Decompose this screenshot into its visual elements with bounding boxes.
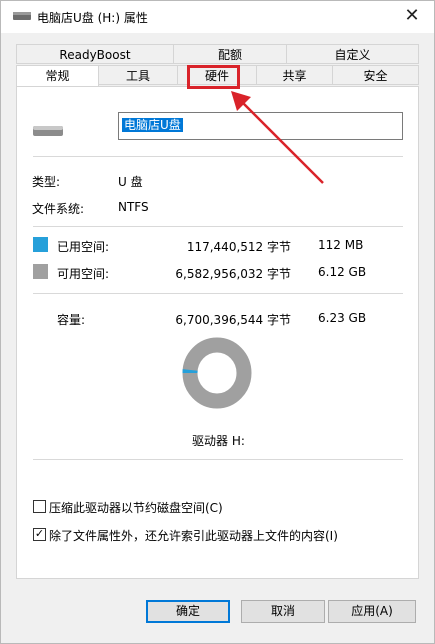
- type-label: 类型:: [32, 175, 61, 189]
- index-label: 除了文件属性外，还允许索引此驱动器上文件的内容(I): [49, 529, 338, 543]
- hardware-tab-highlight: [187, 65, 240, 89]
- free-space-swatch: [33, 264, 48, 279]
- free-space-bytes: 6,582,956,032 字节: [175, 267, 291, 281]
- divider: [33, 226, 403, 227]
- apply-button[interactable]: 应用(A): [328, 600, 416, 623]
- disk-usage-donut: [182, 337, 252, 409]
- free-space-label: 可用空间:: [57, 267, 110, 281]
- drive-icon: [33, 126, 63, 136]
- type-value: U 盘: [118, 175, 143, 189]
- tab-security[interactable]: 安全: [332, 65, 419, 85]
- cancel-button[interactable]: 取消: [241, 600, 325, 623]
- free-space-ring: [182, 337, 252, 409]
- general-tab-panel: 电脑店U盘 类型: U 盘 文件系统: NTFS 已用空间: 117,440,5…: [16, 86, 419, 579]
- window-title: 电脑店U盘 (H:) 属性: [37, 11, 148, 25]
- filesystem-label: 文件系统:: [32, 202, 85, 216]
- used-space-bytes: 117,440,512 字节: [186, 240, 291, 254]
- capacity-label: 容量:: [57, 313, 86, 327]
- tab-quota[interactable]: 配额: [173, 44, 287, 64]
- divider: [33, 293, 403, 294]
- index-checkbox[interactable]: ✓: [33, 528, 46, 541]
- usb-drive-icon: [13, 12, 31, 20]
- capacity-bytes: 6,700,396,544 字节: [175, 313, 291, 327]
- tab-tools[interactable]: 工具: [98, 65, 178, 85]
- divider: [33, 156, 403, 157]
- title-bar: 电脑店U盘 (H:) 属性 ✕: [1, 1, 434, 33]
- arrow-shaft: [240, 100, 324, 184]
- tab-general[interactable]: 常规: [16, 65, 99, 87]
- tab-sharing[interactable]: 共享: [256, 65, 333, 85]
- compress-checkbox[interactable]: [33, 500, 46, 513]
- used-space-swatch: [33, 237, 48, 252]
- used-space-label: 已用空间:: [57, 240, 110, 254]
- divider: [33, 459, 403, 460]
- properties-window: 电脑店U盘 (H:) 属性 ✕ ReadyBoost 配额 自定义 常规 工具 …: [0, 0, 435, 644]
- free-space-size: 6.12 GB: [318, 265, 367, 279]
- drive-name-text: 电脑店U盘: [122, 118, 183, 132]
- tab-readyboost[interactable]: ReadyBoost: [16, 44, 174, 64]
- filesystem-value: NTFS: [118, 200, 149, 214]
- pointer-arrow: [231, 91, 324, 184]
- close-button[interactable]: ✕: [398, 5, 426, 29]
- drive-letter-label: 驱动器 H:: [192, 434, 245, 448]
- capacity-size: 6.23 GB: [318, 311, 367, 325]
- ok-button[interactable]: 确定: [146, 600, 230, 623]
- tab-customize[interactable]: 自定义: [286, 44, 419, 64]
- used-space-size: 112 MB: [318, 238, 364, 252]
- compress-label: 压缩此驱动器以节约磁盘空间(C): [49, 501, 223, 515]
